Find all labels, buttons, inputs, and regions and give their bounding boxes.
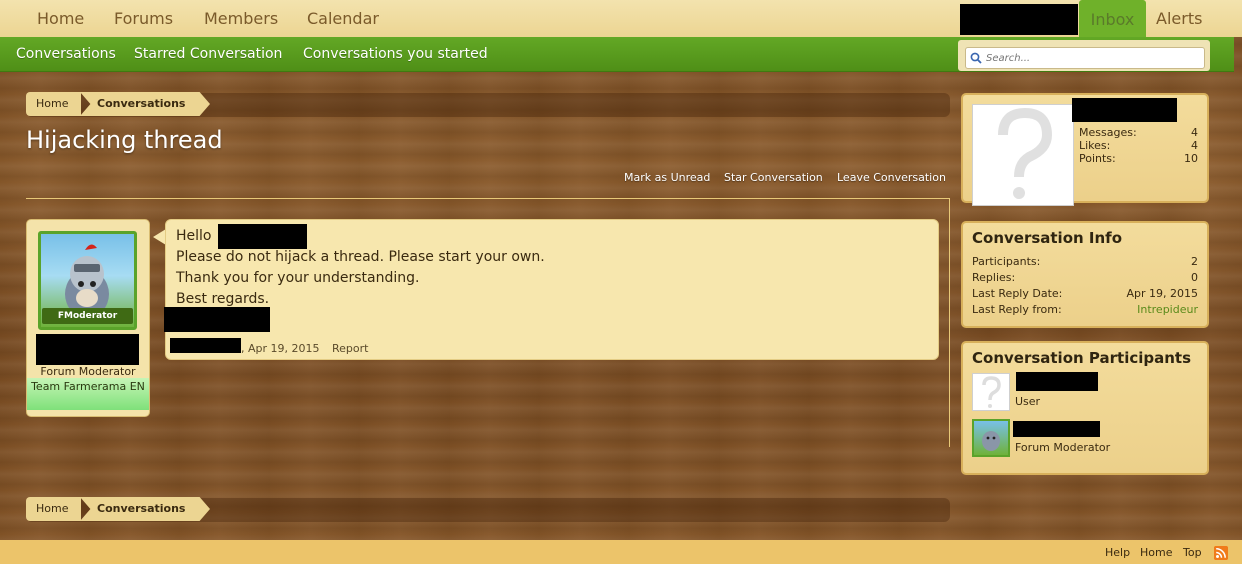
horse-knight-icon <box>982 431 1000 451</box>
rss-icon[interactable] <box>1214 546 1228 560</box>
info-last-from-label: Last Reply from: <box>972 303 1062 316</box>
stat-messages-value: 4 <box>1191 126 1198 139</box>
info-participants-value: 2 <box>1191 255 1198 268</box>
mark-unread-link[interactable]: Mark as Unread <box>624 171 710 184</box>
breadcrumb-conversations[interactable]: Conversations <box>80 92 210 116</box>
nav-calendar[interactable]: Calendar <box>307 0 379 37</box>
author-title: Forum Moderator <box>40 365 136 378</box>
redacted-visitor-name[interactable] <box>1072 98 1177 122</box>
participant-avatar[interactable] <box>972 373 1010 411</box>
participant-role: Forum Moderator <box>1015 441 1111 454</box>
nav-inbox[interactable]: Inbox <box>1079 0 1146 37</box>
author-team-banner: Team Farmerama EN <box>27 378 149 410</box>
divider <box>26 198 950 199</box>
leave-conversation-link[interactable]: Leave Conversation <box>837 171 946 184</box>
moderator-badge: FModerator <box>42 308 133 324</box>
star-conversation-link[interactable]: Star Conversation <box>724 171 823 184</box>
question-mark-icon <box>998 107 1053 199</box>
info-last-date-label: Last Reply Date: <box>972 287 1063 300</box>
subnav-starred[interactable]: Starred Conversation <box>134 37 282 72</box>
nav-members[interactable]: Members <box>204 0 278 37</box>
info-last-from-link[interactable]: Intrepideur <box>1100 303 1198 316</box>
redacted-author-name[interactable] <box>36 334 139 365</box>
footer-home-link[interactable]: Home <box>1140 546 1172 559</box>
question-mark-icon <box>982 376 1001 408</box>
breadcrumb-home[interactable]: Home <box>26 92 81 116</box>
message-line: Please do not hijack a thread. Please st… <box>176 249 545 265</box>
stat-points-label: Points: <box>1079 152 1116 165</box>
breadcrumb-home[interactable]: Home <box>26 497 81 521</box>
redacted-author-link[interactable] <box>170 338 241 353</box>
conversation-info-heading: Conversation Info <box>972 229 1122 247</box>
message-line: Best regards. <box>176 291 270 307</box>
info-replies-value: 0 <box>1191 271 1198 284</box>
redacted-participant-name[interactable] <box>1013 421 1100 437</box>
redacted-signature <box>164 307 270 332</box>
nav-forums[interactable]: Forums <box>114 0 173 37</box>
stat-likes-value: 4 <box>1191 139 1198 152</box>
footer-top-link[interactable]: Top <box>1183 546 1202 559</box>
message-line: Thank you for your understanding. <box>176 270 420 286</box>
search-icon <box>970 52 982 64</box>
user-avatar[interactable] <box>972 104 1074 206</box>
redacted-username[interactable] <box>960 4 1078 35</box>
subnav-started[interactable]: Conversations you started <box>303 37 488 72</box>
footer-help-link[interactable]: Help <box>1105 546 1130 559</box>
message-date[interactable]: , Apr 19, 2015 <box>241 342 320 355</box>
participant-avatar[interactable] <box>972 419 1010 457</box>
stat-points-value: 10 <box>1184 152 1198 165</box>
breadcrumb-conversations[interactable]: Conversations <box>80 497 210 521</box>
stat-messages-label: Messages: <box>1079 126 1137 139</box>
subnav-conversations[interactable]: Conversations <box>16 37 116 72</box>
info-participants-label: Participants: <box>972 255 1041 268</box>
top-navigation: Home Forums Members Calendar Inbox Alert… <box>0 0 1242 37</box>
info-last-date-value: Apr 19, 2015 <box>1126 287 1198 300</box>
divider <box>949 198 950 447</box>
stat-likes-label: Likes: <box>1079 139 1111 152</box>
message-greeting: Hello <box>176 228 212 244</box>
search-input[interactable] <box>965 47 1205 69</box>
info-replies-label: Replies: <box>972 271 1016 284</box>
report-link[interactable]: Report <box>332 342 368 355</box>
nav-alerts[interactable]: Alerts <box>1156 0 1202 37</box>
participant-role: User <box>1015 395 1041 408</box>
footer-bar <box>0 540 1242 564</box>
redacted-participant-name[interactable] <box>1016 372 1098 391</box>
nav-home[interactable]: Home <box>37 0 84 37</box>
participants-heading: Conversation Participants <box>972 349 1192 367</box>
page-title: Hijacking thread <box>26 126 223 154</box>
redacted-recipient <box>218 224 307 249</box>
